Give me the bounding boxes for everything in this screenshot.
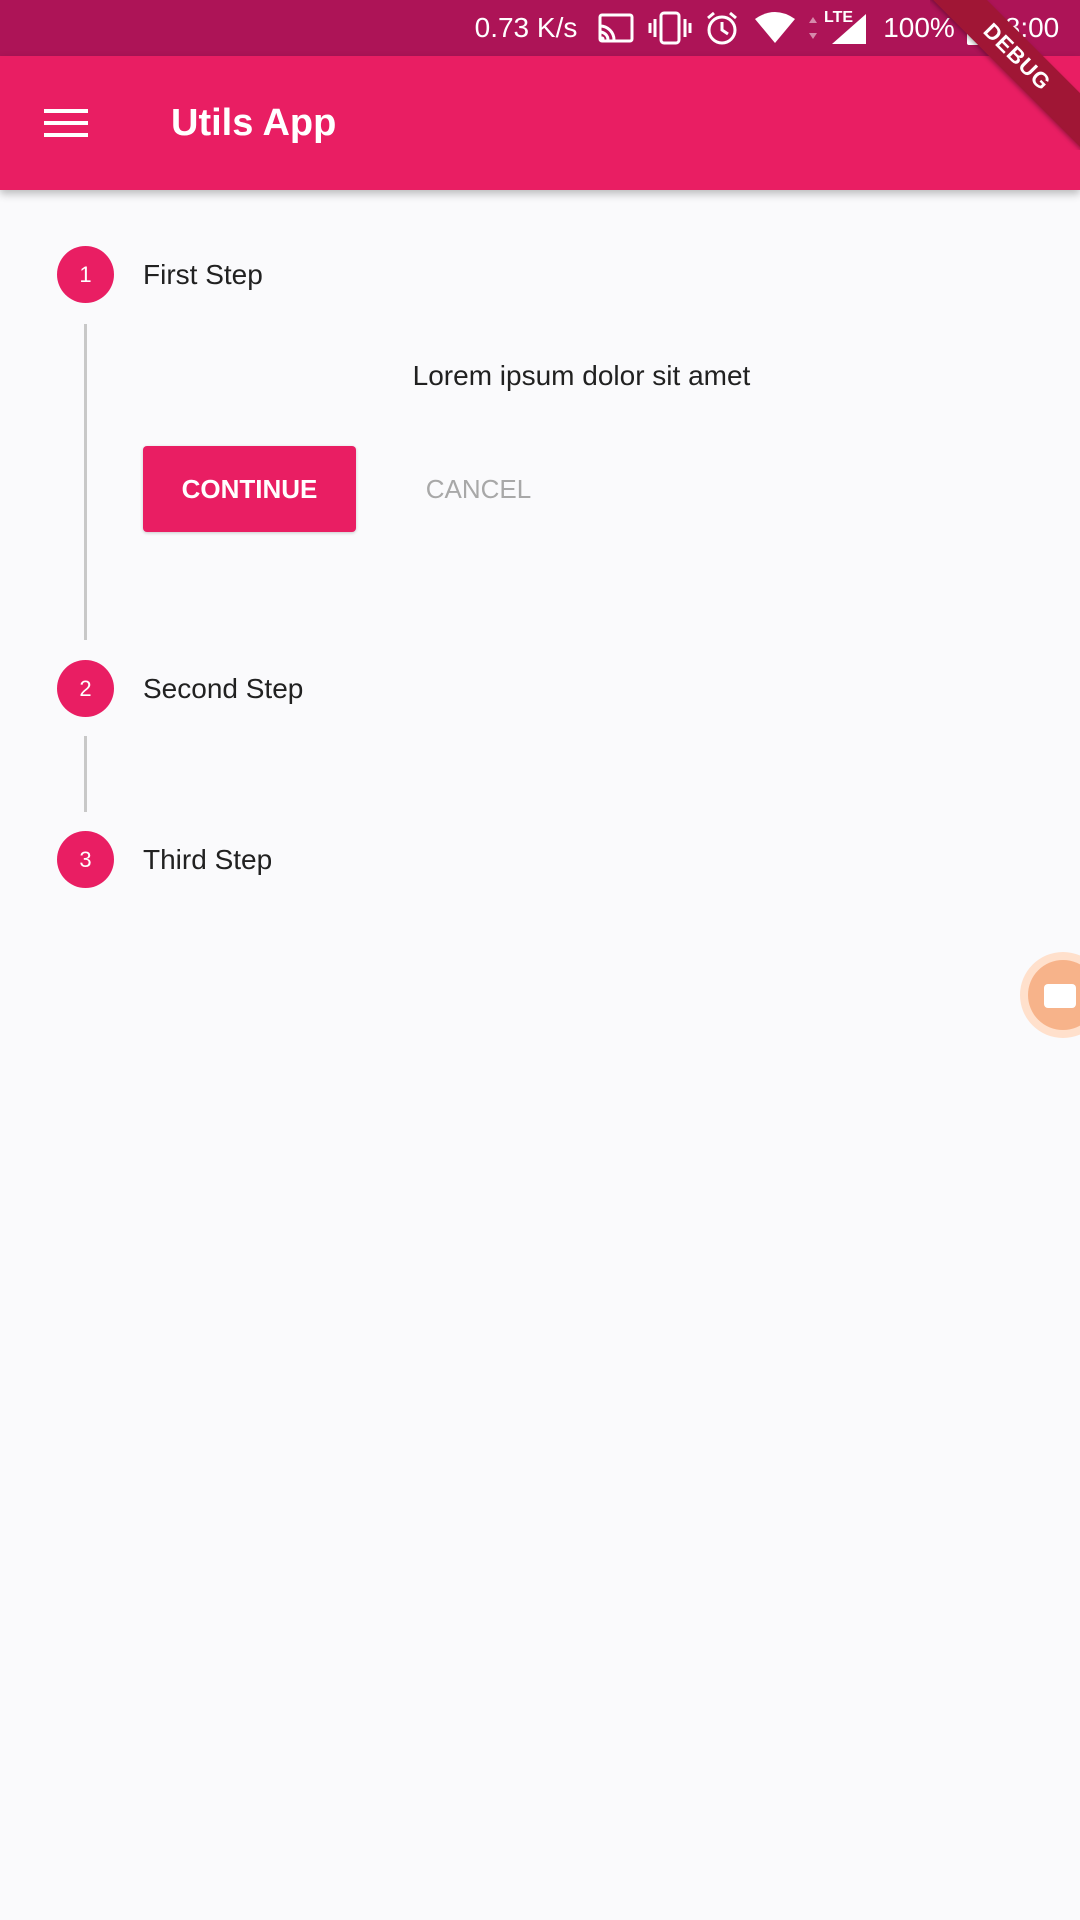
step-number: 3: [79, 846, 92, 872]
step-number: 1: [79, 261, 92, 287]
step-1-title[interactable]: First Step: [143, 246, 263, 303]
vibrate-icon: [648, 0, 692, 56]
battery-icon: [964, 0, 988, 56]
net-speed: 0.73 K/s: [474, 12, 578, 43]
app-bar: Utils App: [0, 56, 1080, 190]
step-1-indicator[interactable]: 1: [57, 246, 114, 303]
cast-icon: [596, 0, 636, 56]
step-connector-line: [84, 736, 87, 812]
cancel-button[interactable]: CANCEL: [400, 446, 557, 532]
video-camera-icon: [1044, 984, 1076, 1008]
hamburger-menu-icon: [44, 109, 88, 137]
clock: 8:00: [1004, 12, 1060, 43]
step-number: 2: [79, 675, 92, 701]
signal-icon: LTE: [822, 0, 868, 56]
screen-record-button[interactable]: [1020, 952, 1080, 1038]
step-2-indicator[interactable]: 2: [57, 660, 114, 717]
data-arrows-icon: [806, 0, 820, 56]
battery-percent: 100%: [883, 12, 955, 43]
app-title: Utils App: [171, 102, 337, 144]
wifi-icon: [752, 0, 798, 56]
step-3-indicator[interactable]: 3: [57, 831, 114, 888]
menu-button[interactable]: [30, 87, 102, 159]
network-type: LTE: [824, 9, 854, 26]
step-connector-line: [84, 324, 87, 640]
step-1-content: Lorem ipsum dolor sit amet: [412, 360, 751, 391]
step-2-title[interactable]: Second Step: [143, 660, 303, 717]
step-3-title[interactable]: Third Step: [143, 831, 272, 888]
continue-button[interactable]: CONTINUE: [143, 446, 356, 532]
status-bar: 0.73 K/s LTE 100% 8:00: [0, 0, 1080, 56]
alarm-icon: [702, 0, 742, 56]
